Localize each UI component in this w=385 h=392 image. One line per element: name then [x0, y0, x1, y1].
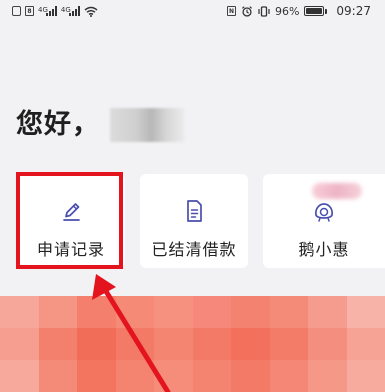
screen: 8 4G 4G N 96% 09:27 您好， 申请记录 已结清借款 鹅小惠	[0, 0, 385, 392]
annotation-arrow	[92, 274, 171, 392]
